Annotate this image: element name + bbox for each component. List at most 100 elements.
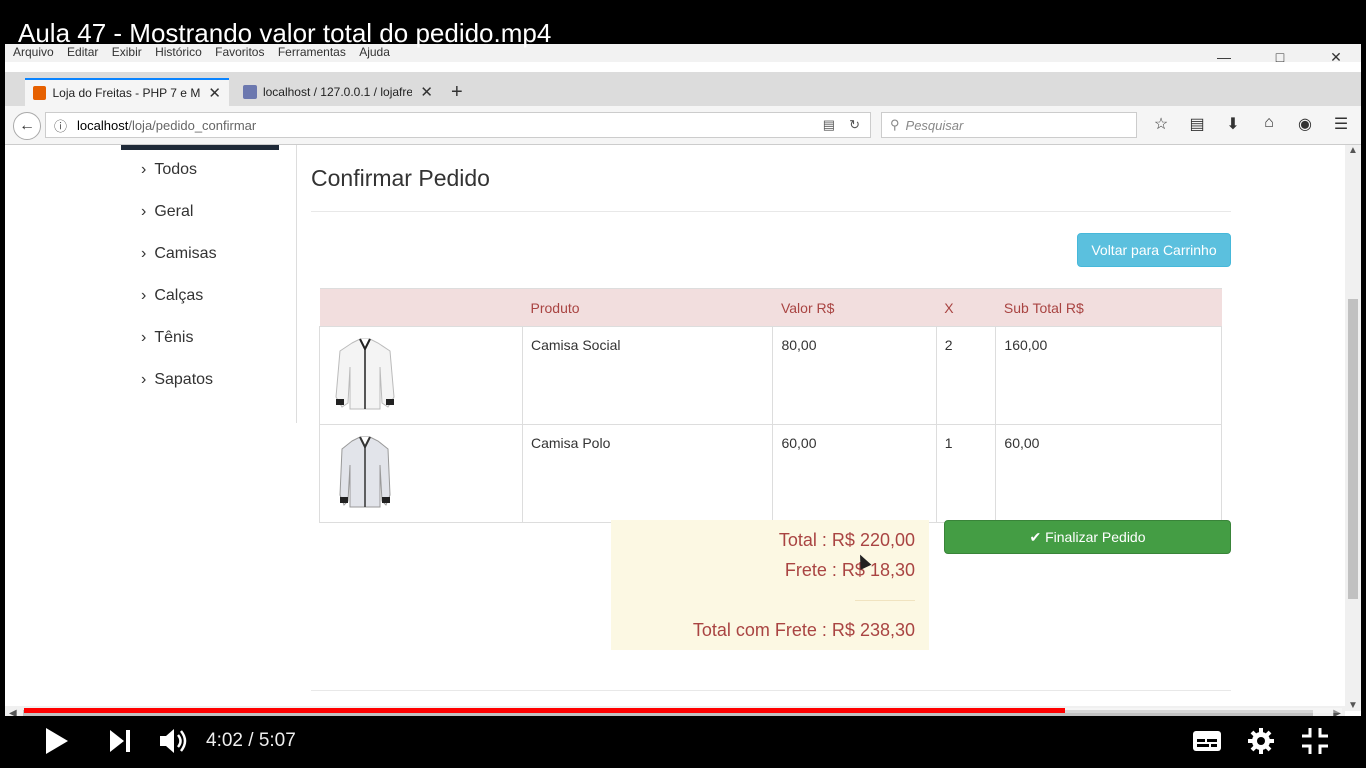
sidebar-item-sapatos[interactable]: › Sapatos [141, 371, 213, 389]
reload-icon[interactable]: ↻ [849, 117, 860, 133]
video-title: Aula 47 - Mostrando valor total do pedid… [18, 18, 552, 48]
table-header-row: Produto Valor R$ X Sub Total R$ [319, 288, 1222, 327]
scroll-thumb[interactable] [1348, 299, 1358, 599]
search-input[interactable]: ⚲ Pesquisar [881, 112, 1137, 138]
time-display: 4:02 / 5:07 [206, 730, 296, 751]
product-name: Camisa Social [521, 326, 774, 425]
page-content: › Todos › Geral › Camisas › Calças › Tênis › S… [5, 145, 1345, 705]
pocket-icon[interactable]: ◉ [1294, 114, 1316, 134]
reader-view-icon[interactable]: ▤ [823, 117, 835, 133]
sidebar-top-bar [121, 145, 279, 150]
sidebar-item-label: Tênis [154, 329, 194, 346]
url-bar[interactable]: ⓘ localhost/loja/pedido_confirmar ▤ ↻ [45, 112, 871, 138]
back-arrow-icon[interactable]: ← [13, 112, 41, 140]
next-icon[interactable] [108, 726, 132, 756]
scroll-up-icon[interactable]: ▲ [1345, 145, 1361, 156]
url-host: localhost [77, 117, 129, 133]
url-path: /loja/pedido_confirmar [128, 117, 257, 133]
product-image-cell [319, 424, 523, 523]
product-subtotal: 160,00 [995, 326, 1222, 425]
sidebar-item-label: Todos [154, 161, 198, 178]
close-tab-icon[interactable]: ✕ [420, 83, 433, 101]
subtitles-icon[interactable] [1192, 726, 1222, 756]
hamburger-menu-icon[interactable]: ☰ [1330, 114, 1352, 134]
player-controls: 4:02 / 5:07 [0, 716, 1366, 768]
product-qty: 1 [935, 424, 997, 523]
total-com-frete-value: Total com Frete : R$ 238,30 [692, 620, 915, 640]
shirt-social-image [335, 338, 395, 410]
new-tab-icon[interactable]: + [451, 78, 463, 106]
exit-fullscreen-icon[interactable] [1300, 726, 1330, 756]
settings-gear-icon[interactable] [1246, 726, 1276, 756]
sidebar-item-geral[interactable]: › Geral [141, 203, 193, 221]
sidebar-item-label: Camisas [154, 245, 217, 262]
sidebar-item-todos[interactable]: › Todos [141, 161, 197, 179]
frete-value: Frete : R$ 18,30 [784, 560, 915, 580]
bookmark-star-icon[interactable]: ☆ [1150, 114, 1172, 134]
sidebar-item-camisas[interactable]: › Camisas [141, 245, 217, 263]
toolbar-icons: ☆ ▤ ⬇ ⌂ ◉ ☰ [1150, 114, 1352, 134]
col-subtotal: Sub Total R$ [995, 288, 1222, 327]
chevron-right-icon: › [141, 329, 147, 346]
browser-screen: Arquivo Editar Exibir Histórico Favorito… [5, 44, 1361, 724]
download-icon[interactable]: ⬇ [1222, 114, 1244, 134]
table-row: Camisa Polo 60,00 1 60,00 [319, 424, 1222, 523]
progress-played [24, 708, 1066, 713]
close-window-icon[interactable]: ✕ [1313, 46, 1359, 68]
product-price: 60,00 [772, 424, 937, 523]
totals-panel: Total : R$ 220,00 Frete : R$ 18,30 Total… [611, 520, 929, 650]
col-image [319, 288, 523, 327]
order-table: Produto Valor R$ X Sub Total R$ Camisa S… [319, 288, 1222, 523]
sidebar-item-label: Sapatos [154, 371, 214, 388]
sidebar-item-label: Calças [154, 287, 204, 304]
col-qty: X [936, 288, 996, 327]
nav-bar: ← ⓘ localhost/loja/pedido_confirmar ▤ ↻ … [5, 106, 1361, 145]
xampp-favicon-icon [33, 86, 47, 100]
play-icon[interactable] [44, 726, 70, 756]
page-title: Confirmar Pedido [311, 165, 490, 191]
finalize-order-button[interactable]: ✔ Finalizar Pedido [944, 520, 1231, 554]
search-placeholder: Pesquisar [905, 117, 964, 133]
finalize-order-label: Finalizar Pedido [1045, 529, 1146, 545]
check-icon: ✔ [1029, 529, 1042, 545]
close-tab-icon[interactable]: ✕ [208, 84, 221, 102]
info-icon[interactable]: ⓘ [54, 116, 67, 135]
home-icon[interactable]: ⌂ [1258, 114, 1280, 134]
product-qty: 2 [935, 326, 997, 425]
product-subtotal: 60,00 [995, 424, 1222, 523]
divider [311, 690, 1231, 691]
divider [855, 600, 915, 601]
tab-label: Loja do Freitas - PHP 7 e My [52, 86, 201, 100]
shirt-polo-image [339, 436, 391, 508]
chevron-right-icon: › [141, 245, 147, 262]
maximize-icon[interactable]: □ [1257, 46, 1303, 68]
tab-loja[interactable]: Loja do Freitas - PHP 7 e My ✕ [25, 78, 229, 106]
chevron-right-icon: › [141, 161, 147, 178]
video-progress-bar[interactable] [24, 708, 1342, 713]
category-sidebar: › Todos › Geral › Camisas › Calças › Tênis › S… [121, 145, 297, 423]
total-value: Total : R$ 220,00 [778, 530, 915, 550]
back-to-cart-button[interactable]: Voltar para Carrinho [1077, 233, 1231, 267]
chevron-right-icon: › [141, 287, 147, 304]
col-valor: Valor R$ [772, 288, 937, 327]
vertical-scrollbar[interactable]: ▲ ▼ [1345, 145, 1361, 711]
chevron-right-icon: › [141, 371, 147, 388]
chevron-right-icon: › [141, 203, 147, 220]
divider [311, 211, 1231, 212]
minimize-icon[interactable]: — [1201, 46, 1247, 68]
sidebar-item-tenis[interactable]: › Tênis [141, 329, 193, 347]
product-image-cell [319, 326, 523, 425]
sidebar-item-label: Geral [154, 203, 194, 220]
scroll-down-icon[interactable]: ▼ [1345, 700, 1361, 711]
tab-strip: Loja do Freitas - PHP 7 e My ✕ localhost… [5, 72, 1361, 106]
tab-label: localhost / 127.0.0.1 / lojafre [262, 85, 413, 99]
phpmyadmin-favicon-icon [243, 85, 257, 99]
search-icon: ⚲ [890, 117, 900, 132]
product-name: Camisa Polo [521, 424, 774, 523]
table-row: Camisa Social 80,00 2 160,00 [319, 326, 1222, 425]
tab-phpmyadmin[interactable]: localhost / 127.0.0.1 / lojafre ✕ [235, 78, 441, 106]
sidebar-item-calcas[interactable]: › Calças [141, 287, 203, 305]
col-produto: Produto [522, 288, 773, 327]
volume-icon[interactable] [158, 726, 188, 756]
clipboard-icon[interactable]: ▤ [1186, 114, 1208, 134]
